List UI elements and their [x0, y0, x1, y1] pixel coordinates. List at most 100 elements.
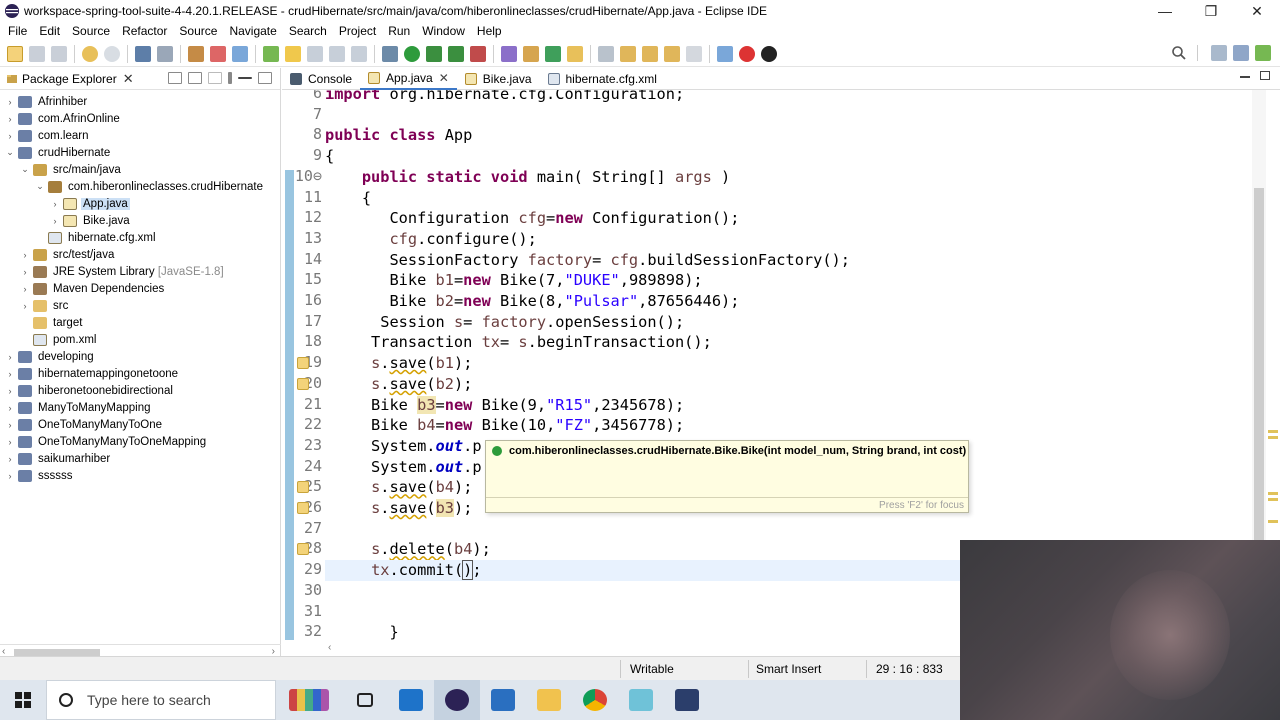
spring-icon[interactable] [263, 45, 279, 62]
code-line[interactable]: } [325, 622, 398, 642]
tree-item[interactable]: › ManyToManyMapping [0, 399, 280, 416]
menu-edit[interactable]: Edit [33, 24, 66, 38]
expand-arrow-icon[interactable]: › [19, 267, 31, 277]
open-perspective-icon[interactable] [1211, 45, 1227, 61]
code-line[interactable]: public class App [325, 125, 472, 146]
spring-boot-dashboard-icon[interactable] [739, 45, 755, 62]
code-line[interactable]: System.out.p [325, 457, 482, 478]
expand-arrow-icon[interactable]: › [49, 199, 61, 209]
expand-arrow-icon[interactable]: › [4, 420, 16, 430]
code-line[interactable]: Bike b3=new Bike(9,"R15",2345678); [325, 395, 684, 416]
close-window-button[interactable]: ✕ [1234, 0, 1280, 22]
save-all-icon[interactable] [51, 45, 67, 62]
tree-item[interactable]: › JRE System Library [JavaSE-1.8] [0, 263, 280, 280]
mail-app[interactable] [388, 680, 434, 720]
task-view-button[interactable] [342, 680, 388, 720]
tree-item[interactable]: › App.java [0, 195, 280, 212]
word-wrap-icon[interactable] [329, 45, 345, 62]
minimize-button[interactable]: — [1142, 0, 1188, 22]
back-icon[interactable] [664, 45, 680, 62]
expand-arrow-icon[interactable]: › [4, 437, 16, 447]
tree-item[interactable]: › developing [0, 348, 280, 365]
open-type-icon[interactable] [232, 45, 248, 62]
collapse-all-icon[interactable] [168, 72, 182, 84]
code-line[interactable]: import org.hibernate.cfg.Configuration; [325, 90, 684, 105]
taskbar-search-box[interactable]: Type here to search [46, 680, 276, 720]
run-server-icon[interactable] [470, 45, 486, 62]
link-editor-icon[interactable] [188, 72, 202, 84]
tree-item[interactable]: › OneToManyManyToOne [0, 416, 280, 433]
code-line[interactable]: cfg.configure(); [325, 229, 536, 250]
next-annotation-icon[interactable] [598, 45, 614, 62]
close-tab-button[interactable]: ✕ [439, 71, 449, 85]
expand-arrow-icon[interactable]: ⌄ [4, 147, 16, 158]
terminal-icon[interactable] [135, 45, 151, 62]
expand-arrow-icon[interactable]: ⌄ [34, 181, 46, 192]
tree-item[interactable]: target [0, 314, 280, 331]
menu-file[interactable]: File [2, 24, 33, 38]
show-whitespace-icon[interactable] [351, 45, 367, 62]
code-line[interactable]: s.save(b3); [325, 498, 472, 519]
notepad-app[interactable] [618, 680, 664, 720]
code-line[interactable]: s.delete(b4); [325, 539, 491, 560]
skip-breakpoints-icon[interactable] [157, 45, 173, 62]
new-icon[interactable] [7, 45, 23, 62]
tree-item[interactable]: › ssssss [0, 467, 280, 484]
maximize-editor-icon[interactable] [1260, 71, 1270, 80]
expand-arrow-icon[interactable]: › [4, 97, 16, 107]
start-button[interactable] [0, 680, 46, 720]
expand-arrow-icon[interactable]: › [4, 352, 16, 362]
expand-arrow-icon[interactable]: › [4, 454, 16, 464]
code-line[interactable]: s.save(b2); [325, 374, 472, 395]
code-line[interactable]: { [325, 188, 371, 209]
tab-app-java[interactable]: App.java ✕ [360, 67, 457, 90]
java-perspective-icon[interactable] [1233, 45, 1249, 61]
spring-perspective-icon[interactable] [1255, 45, 1271, 61]
filter-icon[interactable] [208, 72, 222, 84]
tree-item[interactable]: › Bike.java [0, 212, 280, 229]
code-line[interactable]: { [325, 146, 334, 167]
warning-marker-icon[interactable] [297, 543, 309, 556]
editor-horizontal-scrollbar[interactable]: ‹ [282, 642, 962, 656]
expand-arrow-icon[interactable]: › [4, 471, 16, 481]
tree-item[interactable]: › com.learn [0, 127, 280, 144]
menu-search[interactable]: Search [283, 24, 333, 38]
pin-editor-icon[interactable] [717, 45, 733, 62]
outlook-app[interactable] [480, 680, 526, 720]
tree-item[interactable]: › OneToManyManyToOneMapping [0, 433, 280, 450]
new-class-icon[interactable] [545, 45, 561, 62]
expand-arrow-icon[interactable]: › [19, 284, 31, 294]
redo-icon[interactable] [104, 45, 120, 62]
javadoc-hover-tooltip[interactable]: com.hiberonlineclasses.crudHibernate.Bik… [485, 440, 969, 513]
tree-item[interactable]: pom.xml [0, 331, 280, 348]
block-select-icon[interactable] [307, 45, 323, 62]
new-java-project-icon[interactable] [501, 45, 517, 62]
maximize-view-icon[interactable] [258, 72, 272, 84]
spring-tool-suite-app[interactable] [664, 680, 710, 720]
eclipse-taskbar-app[interactable] [434, 680, 480, 720]
restore-button[interactable]: ❐ [1188, 0, 1234, 22]
expand-arrow-icon[interactable]: › [19, 250, 31, 260]
close-package-explorer-button[interactable]: ✕ [123, 71, 134, 87]
minimize-view-icon[interactable] [238, 77, 252, 79]
search-icon[interactable] [1171, 45, 1187, 61]
tree-item[interactable]: › hiberonetoonebidirectional [0, 382, 280, 399]
code-line[interactable]: public static void main( String[] args ) [325, 167, 730, 188]
expand-arrow-icon[interactable]: › [4, 403, 16, 413]
tab-bike-java[interactable]: Bike.java [457, 68, 540, 90]
coverage-icon[interactable] [426, 45, 442, 62]
code-line[interactable]: s.save(b4); [325, 477, 472, 498]
menu-help[interactable]: Help [471, 24, 508, 38]
view-menu-icon[interactable] [228, 72, 232, 84]
code-line[interactable]: SessionFactory factory= cfg.buildSession… [325, 250, 850, 271]
code-line[interactable]: System.out.p [325, 436, 482, 457]
menu-refactor[interactable]: Refactor [116, 24, 173, 38]
cloud-icon[interactable] [761, 45, 777, 62]
file-explorer-app[interactable] [526, 680, 572, 720]
warning-marker-icon[interactable] [297, 502, 309, 514]
menu-source-2[interactable]: Source [173, 24, 223, 38]
search-tool-icon[interactable] [567, 45, 583, 62]
code-line[interactable]: s.save(b1); [325, 353, 472, 374]
tree-item[interactable]: › Afrinhiber [0, 93, 280, 110]
code-line[interactable]: Transaction tx= s.beginTransaction(); [325, 332, 712, 353]
